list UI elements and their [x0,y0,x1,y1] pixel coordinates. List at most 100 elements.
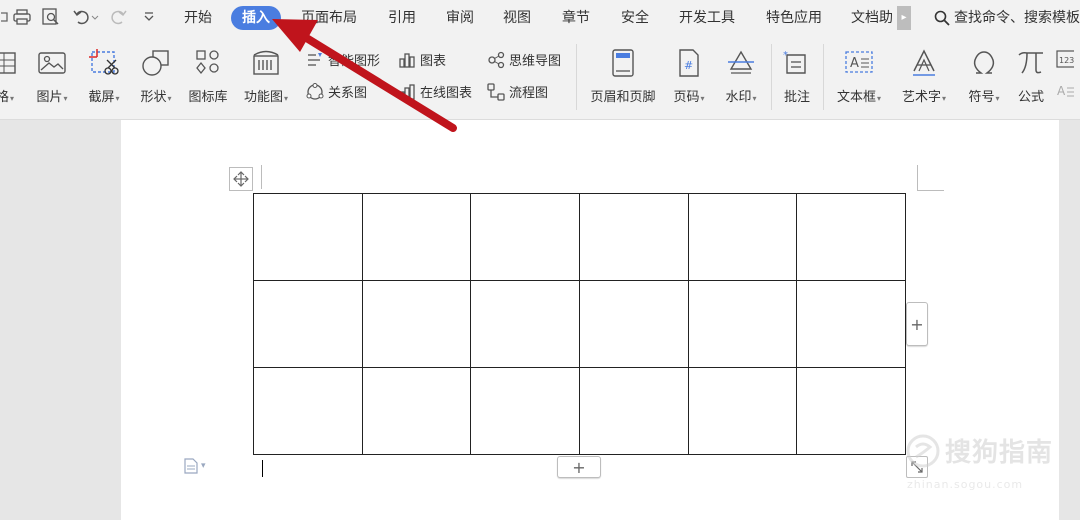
formula-label: 公式 [1017,90,1044,105]
table-cell[interactable] [361,280,472,368]
shape-button[interactable]: 形状▾ [134,48,178,105]
print-icon[interactable] [11,6,33,28]
page-number-icon: # [674,48,704,78]
header-footer-icon [608,48,638,78]
watermark-label: 水印 [725,90,752,105]
print-preview-icon[interactable] [40,6,62,28]
watermark-button[interactable]: 水印▾ [720,48,762,105]
watermark-text: 搜狗指南 [945,438,1054,468]
wordart-icon [909,48,939,78]
screenshot-icon [89,48,119,78]
shape-icon [141,48,171,78]
tabs-scroll-right-icon[interactable]: ▸ [897,6,911,30]
smart-graphic-icon [306,51,324,69]
table-button[interactable]: 格▾ [0,48,20,105]
table-cell[interactable] [470,280,580,368]
tab-section[interactable]: 章节 [550,6,602,30]
table-cell[interactable] [253,280,363,368]
customize-quick-access-icon[interactable] [138,6,160,28]
number-format-button[interactable]: 123 [1056,50,1074,68]
tab-view[interactable]: 视图 [491,6,543,30]
online-chart-icon [398,83,416,101]
ribbon-separator [576,44,577,110]
chart-icon [398,51,416,69]
mind-map-button[interactable]: 思维导图 [487,50,561,69]
table-cell[interactable] [470,367,580,455]
picture-label: 图片 [36,90,63,105]
insert-ribbon: 格▾ 图片▾ 截屏▾ 形状▾ 图标库 功能图▾ 智能图形 关系图 图表 在线图表… [0,36,1080,120]
smart-graphic-button[interactable]: 智能图形 [306,50,380,69]
page-number-button[interactable]: # 页码▾ [668,48,710,105]
document-table[interactable] [253,193,906,455]
function-chart-button[interactable]: 功能图▾ [240,48,292,105]
command-search[interactable]: 查找命令、搜索模板 [934,6,1080,30]
table-cell[interactable] [687,193,798,281]
table-cell[interactable] [361,193,472,281]
table-cell[interactable] [578,367,689,455]
redo-icon[interactable] [108,6,130,28]
move-arrows-icon [233,171,249,187]
online-chart-button[interactable]: 在线图表 [398,82,472,101]
table-cell[interactable] [796,367,906,455]
sogou-logo-icon [906,434,940,467]
chart-label: 图表 [420,54,447,69]
mind-map-label: 思维导图 [509,54,562,69]
tab-page-layout[interactable]: 页面布局 [294,6,364,30]
picture-button[interactable]: 图片▾ [30,48,74,105]
svg-text:A: A [850,56,859,71]
tab-special-apps[interactable]: 特色应用 [759,6,829,30]
tab-doc-assistant[interactable]: 文档助 [846,6,898,30]
table-cell[interactable] [578,280,689,368]
tab-review[interactable]: 审阅 [434,6,486,30]
undo-icon[interactable] [70,6,102,28]
table-cell[interactable] [796,280,906,368]
wordart-label: 艺术字 [901,90,941,105]
table-cell[interactable] [796,193,906,281]
smart-graphic-label: 智能图形 [328,54,381,69]
screenshot-button[interactable]: 截屏▾ [82,48,126,105]
header-footer-button[interactable]: 页眉和页脚 [586,48,660,105]
svg-text:#: # [684,59,693,72]
table-cell[interactable] [253,193,363,281]
paragraph-options-button[interactable]: ▾ [184,458,206,474]
tab-home[interactable]: 开始 [172,6,224,30]
symbol-button[interactable]: 符号▾ [962,48,1006,105]
table-move-handle[interactable] [229,167,253,191]
tab-security[interactable]: 安全 [609,6,661,30]
table-label: 格 [0,90,9,105]
quick-access-partial-icon[interactable] [0,6,10,28]
picture-icon [37,48,67,78]
table-row [253,367,906,455]
header-footer-label: 页眉和页脚 [590,90,656,105]
table-cell[interactable] [578,193,689,281]
relation-chart-button[interactable]: 关系图 [306,82,367,101]
text-cursor [262,460,263,477]
icon-library-button[interactable]: 图标库 [184,48,232,105]
flowchart-button[interactable]: 流程图 [487,82,548,101]
chart-button[interactable]: 图表 [398,50,446,69]
relation-chart-label: 关系图 [328,86,368,101]
table-cell[interactable] [253,367,363,455]
add-column-button[interactable]: + [906,302,928,346]
wordart-button[interactable]: 艺术字▾ [896,48,952,105]
watermark-sub: zhinan.sogou.com [907,478,1024,491]
tab-references[interactable]: 引用 [376,6,428,30]
table-cell[interactable] [687,280,798,368]
table-cell[interactable] [687,367,798,455]
textbox-button[interactable]: A 文本框▾ [832,48,886,105]
tab-developer-tools[interactable]: 开发工具 [672,6,742,30]
table-row [253,280,906,368]
text-align-button[interactable]: A [1056,82,1074,100]
textbox-icon: A [844,48,874,78]
table-cell[interactable] [470,193,580,281]
table-cell[interactable] [361,367,472,455]
paragraph-doc-icon [184,458,198,474]
symbol-label: 符号 [968,90,995,105]
comment-button[interactable]: * 批注 [780,48,814,105]
tab-insert[interactable]: 插入 [231,6,281,30]
add-row-button[interactable]: + [557,456,601,478]
number-format-icon: 123 [1056,50,1074,68]
formula-button[interactable]: 公式 [1012,48,1050,105]
svg-text:A: A [1057,84,1066,98]
watermark-icon [726,48,756,78]
